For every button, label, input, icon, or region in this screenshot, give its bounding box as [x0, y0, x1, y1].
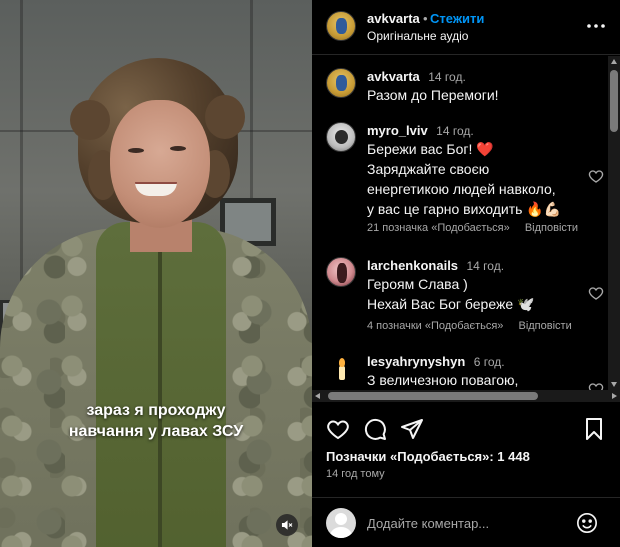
comment-line: Нехай Вас Бог береже 🕊️: [367, 296, 535, 312]
original-audio-link[interactable]: Оригінальне аудіо: [367, 29, 468, 43]
comments-list[interactable]: avkvarta 14 год. Разом до Перемоги! myro…: [312, 56, 608, 390]
comment-header: larchenkonails 14 год.: [367, 257, 504, 275]
eye: [170, 146, 186, 151]
comment-avatar[interactable]: [326, 353, 356, 383]
comment-item: lesyahrynyshyn 6 год. З величезною поваг…: [326, 353, 606, 390]
post-panel: avkvarta • Стежити Оригінальне аудіо avk…: [312, 0, 620, 547]
scroll-left-icon[interactable]: [315, 393, 320, 399]
comment-meta: 4 позначки «Подобається» Відповісти: [367, 320, 572, 332]
comment-line: Бережи вас Бог! ❤️: [367, 141, 494, 157]
comment-username[interactable]: lesyahrynyshyn: [367, 354, 465, 369]
heart-icon[interactable]: [326, 417, 350, 441]
comment-text: Бережи вас Бог! ❤️ Заряджайте своєю енер…: [367, 139, 597, 219]
comment-header: myro_lviv 14 год.: [367, 122, 474, 140]
comment-username[interactable]: avkvarta: [367, 69, 420, 84]
current-user-avatar: [326, 508, 356, 538]
add-comment-bar: [312, 497, 620, 547]
scroll-down-icon[interactable]: [611, 382, 617, 387]
video-caption: зараз я проходжу навчання у лавах ЗСУ: [0, 400, 312, 442]
comment-text: Героям Слава ) Нехай Вас Бог береже 🕊️: [367, 274, 597, 314]
hair-curl: [205, 95, 245, 139]
post-actions: [312, 404, 620, 452]
post-header: avkvarta • Стежити Оригінальне аудіо: [312, 0, 620, 55]
scrollbar-thumb[interactable]: [610, 70, 618, 132]
hair-curl: [70, 100, 110, 140]
horizontal-scrollbar[interactable]: [312, 390, 620, 402]
comment-line: Заряджайте своєю: [367, 161, 490, 177]
comment-icon[interactable]: [363, 417, 387, 441]
post-time-ago[interactable]: 14 год тому: [326, 468, 385, 480]
scroll-up-icon[interactable]: [611, 59, 617, 64]
comment-like-icon[interactable]: [588, 168, 604, 184]
speaker-muted-icon: [281, 520, 293, 530]
comment-username[interactable]: larchenkonails: [367, 258, 458, 273]
candle-flame: [339, 358, 345, 367]
comment-like-icon[interactable]: [588, 285, 604, 301]
zipper: [158, 250, 162, 547]
comment-like-icon[interactable]: [588, 381, 604, 390]
add-comment-input[interactable]: [367, 513, 567, 533]
comment-time[interactable]: 14 год.: [428, 70, 466, 84]
instagram-post-window: зараз я проходжу навчання у лавах ЗСУ av…: [0, 0, 620, 547]
comment-line: З величезною повагою,: [367, 372, 519, 388]
comment-header: lesyahrynyshyn 6 год.: [367, 353, 505, 371]
comment-time[interactable]: 6 год.: [474, 355, 505, 369]
caption-line: зараз я проходжу: [86, 402, 226, 419]
likes-count[interactable]: Позначки «Подобається»: 1 448: [326, 449, 530, 464]
reply-button[interactable]: Відповісти: [525, 222, 578, 234]
face: [110, 100, 210, 228]
comment-line: енергетикою людей навколо,: [367, 181, 556, 197]
scroll-right-icon[interactable]: [612, 393, 617, 399]
comment-line: у вас це гарно виходить 🔥💪🏻: [367, 201, 562, 217]
separator-dot: •: [423, 11, 428, 26]
follow-button[interactable]: Стежити: [430, 11, 484, 26]
comment-header: avkvarta 14 год.: [367, 68, 466, 86]
comment-line: Разом до Перемоги!: [367, 87, 499, 103]
reply-button[interactable]: Відповісти: [518, 320, 571, 332]
scrollbar-thumb[interactable]: [328, 392, 538, 400]
comment-time[interactable]: 14 год.: [436, 124, 474, 138]
comment-item: myro_lviv 14 год. Бережи вас Бог! ❤️ Зар…: [326, 122, 606, 242]
comment-likes-count[interactable]: 4 позначки «Подобається»: [367, 320, 503, 332]
share-icon[interactable]: [400, 417, 424, 441]
vertical-scrollbar[interactable]: [608, 56, 620, 390]
mute-button[interactable]: [276, 514, 298, 536]
comment-text: З величезною повагою,: [367, 370, 597, 390]
comment-username[interactable]: myro_lviv: [367, 123, 428, 138]
comment-item: larchenkonails 14 год. Героям Слава ) Не…: [326, 257, 606, 337]
comment-time[interactable]: 14 год.: [467, 259, 505, 273]
author-caption: avkvarta 14 год. Разом до Перемоги!: [326, 68, 606, 108]
comment-text: Разом до Перемоги!: [367, 85, 597, 105]
comment-avatar[interactable]: [326, 122, 356, 152]
comment-likes-count[interactable]: 21 позначка «Подобається»: [367, 222, 510, 234]
bookmark-icon[interactable]: [582, 417, 606, 441]
comment-avatar[interactable]: [326, 68, 356, 98]
author-avatar[interactable]: [326, 11, 356, 41]
comment-meta: 21 позначка «Подобається» Відповісти: [367, 222, 578, 234]
eye: [128, 148, 144, 153]
more-horizontal-icon[interactable]: [584, 14, 608, 38]
comment-line: Героям Слава ): [367, 276, 468, 292]
comment-avatar[interactable]: [326, 257, 356, 287]
emoji-icon[interactable]: [576, 512, 598, 534]
author-username[interactable]: avkvarta: [367, 11, 420, 26]
caption-line: навчання у лавах ЗСУ: [68, 423, 244, 440]
reel-video[interactable]: зараз я проходжу навчання у лавах ЗСУ: [0, 0, 312, 547]
